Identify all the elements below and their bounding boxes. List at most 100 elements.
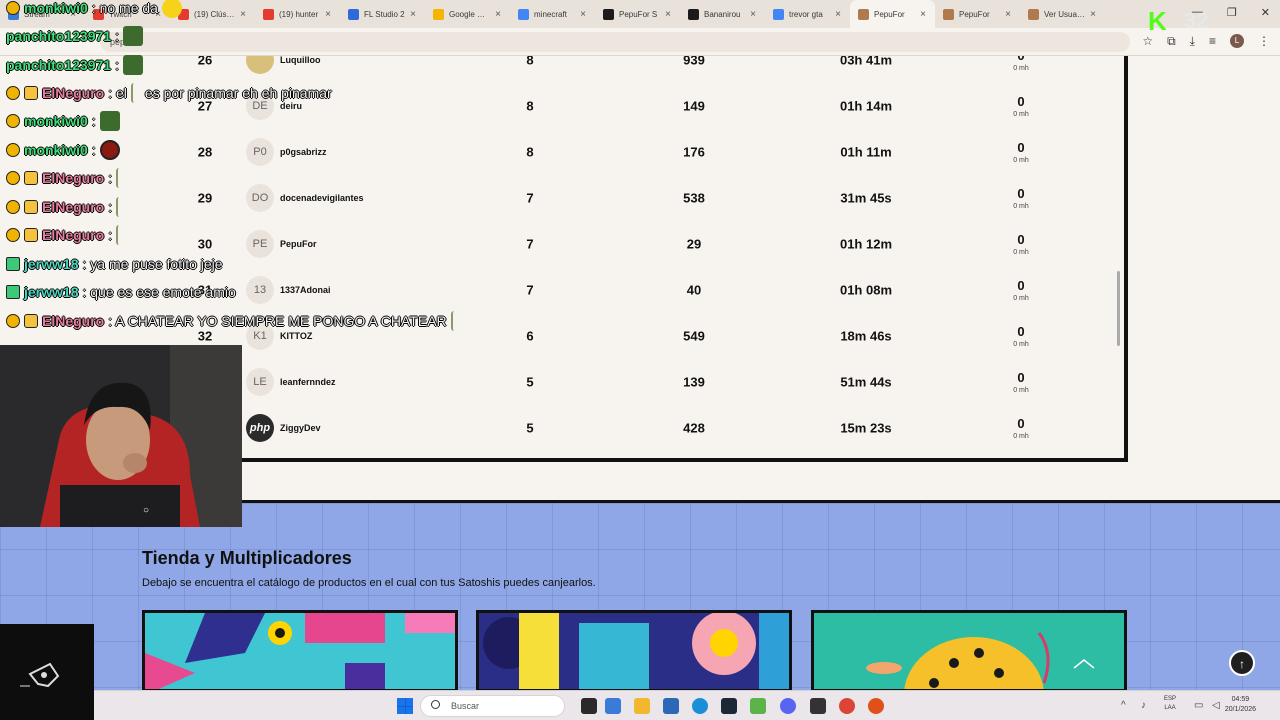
messages-cell: 139 — [683, 374, 705, 390]
extensions-icon[interactable]: ⧉ — [1167, 34, 1176, 49]
chat-username[interactable]: ElNeguro — [42, 85, 104, 101]
balance-cell: 0 0 mh — [1006, 186, 1036, 210]
coin-badge-icon — [6, 314, 20, 328]
messages-cell: 428 — [683, 420, 705, 436]
lang-bottom: LAA — [1164, 705, 1176, 711]
ball-emote-icon — [99, 140, 120, 160]
chat-username[interactable]: panchito123971 — [6, 28, 111, 44]
minecraft-icon[interactable] — [750, 698, 766, 714]
chat-username[interactable]: jerww18 — [24, 256, 78, 272]
pepe-emote-icon — [122, 55, 143, 75]
balance-value: 0 — [1017, 278, 1025, 293]
chat-text: : — [108, 170, 113, 186]
close-icon[interactable]: ✕ — [1261, 6, 1270, 19]
watch-time-cell: 01h 11m — [840, 144, 892, 160]
screen: Stream×Twitch×(19) Clústers×(19) hunter×… — [0, 0, 1280, 720]
chat-text: : — [108, 227, 113, 243]
balance-cell: 0 0 mh — [1006, 324, 1036, 348]
pepe-emote-icon — [122, 26, 143, 46]
tab-title: minecraft — [534, 9, 567, 19]
brave-icon[interactable] — [868, 698, 884, 714]
chat-username[interactable]: ElNeguro — [42, 313, 104, 329]
browser-tab[interactable]: trevor gta × — [765, 0, 850, 28]
dance-emote-icon — [450, 311, 461, 331]
tab-close-icon[interactable]: × — [1005, 9, 1011, 20]
chat-message: monkiwi0: — [6, 110, 120, 132]
watch-time-cell: 15m 23s — [840, 420, 892, 436]
balance-unit: 0 mh — [1013, 157, 1029, 164]
maximize-icon[interactable]: ❐ — [1227, 6, 1237, 19]
chat-username[interactable]: monkiwi0 — [24, 113, 88, 129]
chat-message: ElNeguro: — [6, 224, 126, 246]
chrome-icon[interactable] — [839, 698, 855, 714]
coin-badge-icon — [6, 228, 20, 242]
chat-username[interactable]: ElNeguro — [42, 227, 104, 243]
file-explorer-icon[interactable] — [634, 698, 650, 714]
taskbar-search-placeholder: Buscar — [451, 701, 480, 711]
chat-username[interactable]: jerww18 — [24, 284, 78, 300]
product-card[interactable] — [811, 610, 1127, 692]
microphone-icon[interactable]: ♪ — [1141, 700, 1146, 711]
media-icon[interactable]: ≡ — [1209, 34, 1216, 49]
browser-tab[interactable]: minecraft × — [510, 0, 595, 28]
clock-date: 20/1/2026 — [1224, 706, 1256, 713]
level-cell: 6 — [526, 328, 534, 344]
crown-badge-icon — [24, 314, 38, 328]
edge-icon[interactable] — [692, 698, 708, 714]
product-card[interactable] — [476, 610, 792, 692]
volume-icon[interactable]: ◁ — [1212, 700, 1220, 711]
coin-badge-icon — [6, 1, 20, 15]
tab-close-icon[interactable]: × — [750, 9, 756, 20]
profile-avatar[interactable]: L — [1230, 34, 1244, 48]
messages-cell: 939 — [683, 56, 705, 68]
tab-close-icon[interactable]: × — [920, 9, 926, 20]
clock[interactable]: 04:59 20/1/2026 — [1225, 695, 1256, 715]
webcam-feed — [0, 345, 242, 527]
back-to-top-button[interactable]: ↑ — [1229, 650, 1255, 676]
task-view-icon[interactable] — [581, 698, 597, 714]
tab-close-icon[interactable]: × — [1090, 9, 1096, 20]
chat-username[interactable]: monkiwi0 — [24, 142, 88, 158]
tab-close-icon[interactable]: × — [665, 9, 671, 20]
dance-emote-icon — [116, 197, 126, 217]
messages-cell: 538 — [683, 190, 705, 206]
chat-username[interactable]: ElNeguro — [42, 199, 104, 215]
browser-tab[interactable]: PepuFor × — [935, 0, 1020, 28]
product-card[interactable] — [142, 610, 458, 692]
language-indicator[interactable]: ESP LAA — [1164, 695, 1176, 713]
chat-text: : — [115, 57, 119, 73]
tab-close-icon[interactable]: × — [580, 9, 586, 20]
chat-message: jerww18: ya me puse fotito jeje — [6, 253, 223, 275]
discord-icon[interactable] — [780, 698, 796, 714]
chat-message: monkiwi0: no me da — [6, 0, 182, 19]
windows-start-icon[interactable] — [397, 698, 413, 714]
network-icon[interactable]: ▭ — [1194, 700, 1203, 711]
messages-cell: 176 — [683, 144, 705, 160]
level-cell: 7 — [526, 190, 534, 206]
menu-icon[interactable]: ⋮ — [1258, 34, 1270, 49]
browser-tab[interactable]: PepuFor S × — [595, 0, 680, 28]
messages-cell: 29 — [686, 236, 702, 252]
obs-icon[interactable] — [810, 698, 826, 714]
store-icon[interactable] — [663, 698, 679, 714]
chat-text: : no me da — [91, 0, 158, 16]
pepe-emote-icon — [99, 111, 120, 131]
sub-badge-icon — [6, 285, 20, 299]
browser-tab[interactable]: PepuFor × — [850, 0, 935, 28]
username-cell: ZiggyDev — [280, 423, 321, 433]
chat-username[interactable]: panchito123971 — [6, 57, 111, 73]
copilot-icon[interactable] — [605, 698, 621, 714]
download-icon[interactable]: ⤓ — [1190, 34, 1195, 49]
chat-message: ElNeguro: A CHATEAR YO SIEMPRE ME PONGO … — [6, 310, 461, 332]
browser-tab[interactable]: Ver Usuario × — [1020, 0, 1105, 28]
balance-value: 0 — [1006, 56, 1036, 63]
chat-username[interactable]: ElNeguro — [42, 170, 104, 186]
browser-tab[interactable]: Bananirou × — [680, 0, 765, 28]
taskbar: Buscar ^ ♪ ESP LAA ▭ ◁ 04:59 20/1/2026 — [94, 690, 1280, 720]
steam-icon[interactable] — [721, 698, 737, 714]
taskbar-search[interactable]: Buscar — [420, 695, 565, 717]
tray-chevron-icon[interactable]: ^ — [1121, 700, 1126, 711]
chat-username[interactable]: monkiwi0 — [24, 0, 88, 16]
balance-unit: 0 mh — [1013, 341, 1029, 348]
tab-close-icon[interactable]: × — [835, 9, 841, 20]
